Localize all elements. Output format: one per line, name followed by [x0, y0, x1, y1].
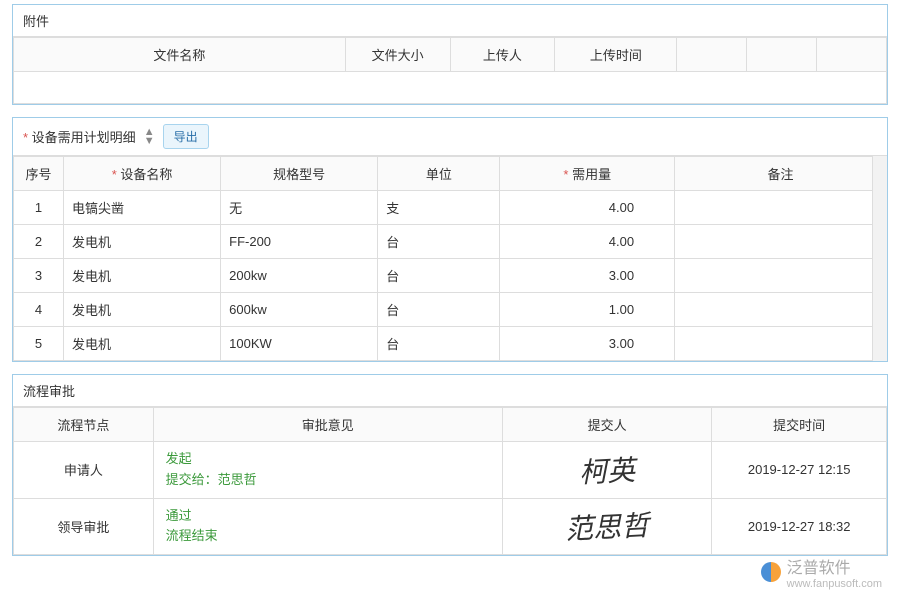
col-blank-3 — [817, 38, 887, 72]
cell-remark — [675, 225, 887, 259]
cell-unit: 台 — [378, 327, 500, 361]
approval-header-row: 流程节点 审批意见 提交人 提交时间 — [14, 408, 887, 442]
col-spec: 规格型号 — [221, 157, 378, 191]
cell-qty: 1.00 — [500, 293, 675, 327]
table-row[interactable]: 5发电机100KW台3.00 — [14, 327, 887, 361]
details-toolbar: 设备需用计划明细 ▲▼ 导出 — [13, 118, 887, 156]
col-uploader: 上传人 — [450, 38, 555, 72]
attachments-empty-row — [14, 72, 887, 104]
cell-submitter: 柯英 — [502, 442, 712, 499]
col-remark: 备注 — [675, 157, 887, 191]
signature: 柯英 — [578, 448, 636, 491]
col-qty: 需用量 — [500, 157, 675, 191]
cell-qty: 3.00 — [500, 327, 675, 361]
attachments-table: 文件名称 文件大小 上传人 上传时间 — [13, 37, 887, 104]
cell-unit: 台 — [378, 293, 500, 327]
approval-row: 领导审批通过流程结束 范思哲 2019-12-27 18:32 — [14, 498, 887, 555]
cell-spec: 无 — [221, 191, 378, 225]
cell-qty: 4.00 — [500, 225, 675, 259]
cell-node: 领导审批 — [14, 498, 154, 555]
cell-time: 2019-12-27 18:32 — [712, 498, 887, 555]
watermark-text: 泛普软件 www.fanpusoft.com — [787, 554, 882, 590]
opinion-line1: 通过 — [166, 506, 494, 527]
cell-spec: FF-200 — [221, 225, 378, 259]
cell-time: 2019-12-27 12:15 — [712, 442, 887, 499]
cell-unit: 台 — [378, 225, 500, 259]
opinion-line2: 流程结束 — [166, 526, 494, 547]
details-header-row: 序号 设备名称 规格型号 单位 需用量 备注 — [14, 157, 887, 191]
col-filename: 文件名称 — [14, 38, 346, 72]
col-filesize: 文件大小 — [345, 38, 450, 72]
col-unit: 单位 — [378, 157, 500, 191]
cell-seq: 2 — [14, 225, 64, 259]
col-seq: 序号 — [14, 157, 64, 191]
cell-remark — [675, 259, 887, 293]
table-row[interactable]: 2发电机FF-200台4.00 — [14, 225, 887, 259]
col-time: 提交时间 — [712, 408, 887, 442]
approval-panel: 流程审批 流程节点 审批意见 提交人 提交时间 申请人发起提交给：范思哲 柯英 20… — [12, 374, 888, 556]
col-blank-2 — [747, 38, 817, 72]
cell-qty: 3.00 — [500, 259, 675, 293]
cell-opinion: 发起提交给：范思哲 — [153, 442, 502, 499]
cell-spec: 600kw — [221, 293, 378, 327]
cell-spec: 200kw — [221, 259, 378, 293]
table-row[interactable]: 4发电机600kw台1.00 — [14, 293, 887, 327]
cell-seq: 3 — [14, 259, 64, 293]
cell-opinion: 通过流程结束 — [153, 498, 502, 555]
details-title: 设备需用计划明细 — [23, 127, 136, 146]
cell-name: 发电机 — [64, 293, 221, 327]
cell-seq: 5 — [14, 327, 64, 361]
attachments-panel: 附件 文件名称 文件大小 上传人 上传时间 — [12, 4, 888, 105]
cell-node: 申请人 — [14, 442, 154, 499]
col-uploadtime: 上传时间 — [555, 38, 677, 72]
cell-qty: 4.00 — [500, 191, 675, 225]
approval-title: 流程审批 — [13, 375, 887, 407]
cell-unit: 支 — [378, 191, 500, 225]
signature: 范思哲 — [564, 504, 650, 548]
attachments-title: 附件 — [13, 5, 887, 37]
watermark: 泛普软件 www.fanpusoft.com — [761, 554, 882, 590]
col-node: 流程节点 — [14, 408, 154, 442]
col-opinion: 审批意见 — [153, 408, 502, 442]
cell-name: 发电机 — [64, 259, 221, 293]
cell-remark — [675, 327, 887, 361]
sort-icon[interactable]: ▲▼ — [144, 128, 155, 146]
cell-spec: 100KW — [221, 327, 378, 361]
details-panel: 设备需用计划明细 ▲▼ 导出 序号 设备名称 规格型号 单位 需用量 备注 1电… — [12, 117, 888, 362]
cell-seq: 4 — [14, 293, 64, 327]
cell-name: 发电机 — [64, 225, 221, 259]
col-name: 设备名称 — [64, 157, 221, 191]
cell-submitter: 范思哲 — [502, 498, 712, 555]
table-row[interactable]: 1电镐尖凿无支4.00 — [14, 191, 887, 225]
cell-unit: 台 — [378, 259, 500, 293]
opinion-line1: 发起 — [166, 449, 494, 470]
approval-row: 申请人发起提交给：范思哲 柯英 2019-12-27 12:15 — [14, 442, 887, 499]
cell-remark — [675, 191, 887, 225]
cell-name: 电镐尖凿 — [64, 191, 221, 225]
table-row[interactable]: 3发电机200kw台3.00 — [14, 259, 887, 293]
col-blank-1 — [677, 38, 747, 72]
cell-remark — [675, 293, 887, 327]
cell-seq: 1 — [14, 191, 64, 225]
export-button[interactable]: 导出 — [163, 124, 209, 149]
logo-icon — [761, 562, 781, 582]
col-submitter: 提交人 — [502, 408, 712, 442]
cell-name: 发电机 — [64, 327, 221, 361]
details-scroll-area: 序号 设备名称 规格型号 单位 需用量 备注 1电镐尖凿无支4.002发电机FF… — [13, 156, 887, 361]
approval-table: 流程节点 审批意见 提交人 提交时间 申请人发起提交给：范思哲 柯英 2019-12… — [13, 407, 887, 555]
opinion-line2: 提交给：范思哲 — [166, 470, 494, 491]
details-table: 序号 设备名称 规格型号 单位 需用量 备注 1电镐尖凿无支4.002发电机FF… — [13, 156, 887, 361]
attachments-header-row: 文件名称 文件大小 上传人 上传时间 — [14, 38, 887, 72]
